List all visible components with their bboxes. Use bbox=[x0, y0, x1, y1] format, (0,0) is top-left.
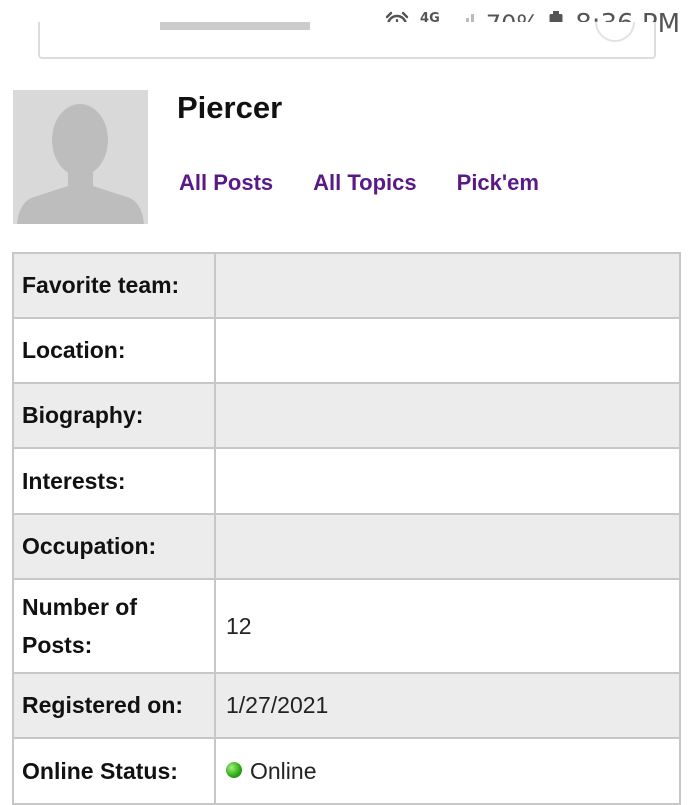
online-dot-icon bbox=[226, 762, 242, 779]
table-row: Favorite team: bbox=[12, 252, 681, 319]
interests-label: Interests: bbox=[12, 447, 216, 515]
table-row: Number of Posts: 12 bbox=[12, 578, 681, 674]
occupation-label: Occupation: bbox=[12, 513, 216, 580]
table-row: Registered on: 1/27/2021 bbox=[12, 672, 681, 739]
online-status-value: Online bbox=[250, 757, 317, 784]
profile-links: All Posts All Topics Pick'em bbox=[179, 170, 539, 196]
interests-value bbox=[214, 447, 681, 515]
favorite-team-label: Favorite team: bbox=[12, 252, 216, 319]
occupation-value bbox=[214, 513, 681, 580]
cut-off-button-fragment bbox=[595, 22, 635, 42]
location-label: Location: bbox=[12, 317, 216, 384]
table-row: Online Status: Online bbox=[12, 737, 681, 805]
favorite-team-value bbox=[214, 252, 681, 319]
table-row: Biography: bbox=[12, 382, 681, 449]
all-posts-link[interactable]: All Posts bbox=[179, 170, 273, 196]
registered-on-value: 1/27/2021 bbox=[214, 672, 681, 739]
registered-on-label: Registered on: bbox=[12, 672, 216, 739]
table-row: Occupation: bbox=[12, 513, 681, 580]
online-status-label: Online Status: bbox=[12, 737, 216, 805]
pickem-link[interactable]: Pick'em bbox=[457, 170, 539, 196]
number-of-posts-label: Number of Posts: bbox=[12, 578, 216, 674]
number-of-posts-value: 12 bbox=[214, 578, 681, 674]
biography-value bbox=[214, 382, 681, 449]
online-status-value-cell: Online bbox=[214, 737, 681, 805]
avatar bbox=[13, 90, 148, 224]
profile-info-table: Favorite team: Location: Biography: Inte… bbox=[12, 252, 681, 805]
cut-off-heading-fragment: ▬▬▬▬▬ bbox=[160, 22, 310, 38]
location-value bbox=[214, 317, 681, 384]
table-row: Interests: bbox=[12, 447, 681, 515]
profile-username: Piercer bbox=[177, 90, 283, 125]
biography-label: Biography: bbox=[12, 382, 216, 449]
default-avatar-silhouette-icon bbox=[13, 90, 148, 224]
table-row: Location: bbox=[12, 317, 681, 384]
all-topics-link[interactable]: All Topics bbox=[313, 170, 417, 196]
previous-card-fragment: ▬▬▬▬▬ bbox=[38, 22, 656, 59]
